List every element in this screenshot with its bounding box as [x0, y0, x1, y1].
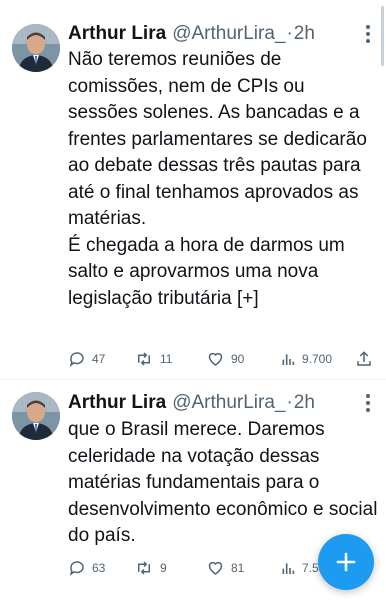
more-options-icon[interactable]	[360, 391, 376, 415]
retweet-button[interactable]: 11	[134, 347, 172, 371]
views-chart-icon	[282, 563, 295, 574]
views-count: 9.700	[302, 352, 333, 366]
compose-plus-icon	[336, 552, 356, 572]
views-chart-icon	[282, 354, 295, 365]
tweet-header: Arthur Lira @ArthurLira_ · 2h	[68, 21, 356, 47]
author-handle[interactable]: @ArthurLira_	[172, 390, 285, 416]
retweet-count: 11	[160, 352, 173, 366]
separator: ·	[286, 392, 293, 413]
more-options-icon[interactable]	[360, 22, 376, 46]
like-button[interactable]: 90	[206, 347, 244, 371]
author-handle[interactable]: @ArthurLira_	[172, 21, 285, 47]
heart-icon	[208, 352, 223, 366]
tweet-1[interactable]: Arthur Lira @ArthurLira_ · 2h Não teremo…	[0, 0, 386, 378]
views-button[interactable]: 9.700	[280, 347, 332, 371]
reply-button[interactable]: 63	[68, 556, 105, 580]
share-button[interactable]	[355, 347, 373, 371]
retweet-icon	[138, 561, 150, 575]
tweet-paragraph: Não teremos reuniões de comissões, nem d…	[68, 49, 367, 229]
separator: ·	[286, 23, 293, 44]
reply-icon	[69, 352, 84, 367]
share-icon	[357, 351, 371, 366]
like-button[interactable]: 81	[206, 556, 244, 580]
tweet-time[interactable]: 2h	[294, 21, 315, 47]
retweet-button[interactable]: 9	[134, 556, 167, 580]
reply-count: 63	[92, 561, 106, 575]
like-count: 90	[231, 352, 245, 366]
author-name[interactable]: Arthur Lira	[68, 390, 166, 416]
avatar[interactable]	[12, 24, 60, 72]
reply-icon	[69, 561, 84, 576]
compose-button[interactable]	[318, 534, 374, 590]
tweet-text: Não teremos reuniões de comissões, nem d…	[68, 47, 378, 312]
tweet-time[interactable]: 2h	[294, 390, 315, 416]
tweet-actions: 47 11 90 9.700	[68, 347, 374, 371]
author-name[interactable]: Arthur Lira	[68, 21, 166, 47]
retweet-count: 9	[160, 561, 167, 575]
tweet-paragraph: que o Brasil merece. Daremos celeridade …	[68, 419, 378, 546]
avatar[interactable]	[12, 392, 60, 440]
like-count: 81	[231, 561, 245, 575]
reply-button[interactable]: 47	[68, 347, 105, 371]
tweet-paragraph: É chegada a hora de darmos um salto e ap…	[68, 234, 345, 309]
heart-icon	[208, 561, 223, 575]
retweet-icon	[138, 352, 150, 366]
tweet-header: Arthur Lira @ArthurLira_ · 2h	[68, 390, 356, 416]
tweet-text: que o Brasil merece. Daremos celeridade …	[68, 417, 378, 550]
reply-count: 47	[92, 352, 106, 366]
